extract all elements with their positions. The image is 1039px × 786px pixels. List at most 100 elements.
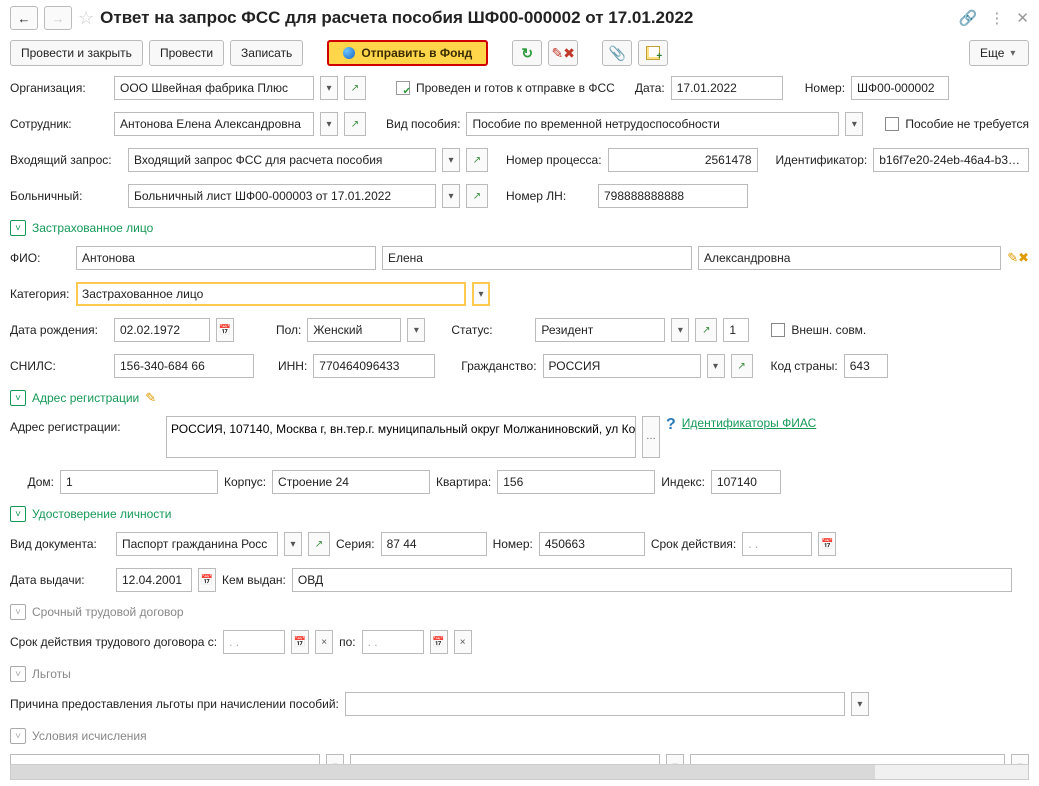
nav-back-button[interactable]: ← — [10, 6, 38, 30]
sex-dd[interactable]: ▾ — [407, 318, 425, 342]
identifier-input[interactable]: b16f7e20-24eb-46a4-b34c-cbc075a8 — [873, 148, 1029, 172]
citizenship-input[interactable]: РОССИЯ — [543, 354, 701, 378]
docnum-input[interactable]: 450663 — [539, 532, 645, 556]
benefit-kind-input[interactable]: Пособие по временной нетрудоспособности — [466, 112, 839, 136]
fias-link[interactable]: Идентификаторы ФИАС — [682, 416, 816, 430]
house-input[interactable]: 1 — [60, 470, 218, 494]
country-code-input[interactable]: 643 — [844, 354, 888, 378]
issued-by-input[interactable]: ОВД — [292, 568, 1012, 592]
refresh-button[interactable]: ↻ — [512, 40, 542, 66]
status-dd[interactable]: ▾ — [671, 318, 689, 342]
section-benefits[interactable]: ˅ Льготы — [10, 666, 1029, 682]
close-icon[interactable]: ✕ — [1016, 9, 1029, 27]
process-input[interactable]: 2561478 — [608, 148, 758, 172]
incoming-open[interactable]: ↗ — [466, 148, 488, 172]
doc-kind-input[interactable]: Паспорт гражданина Росс — [116, 532, 278, 556]
kebab-icon[interactable]: ⋮ — [989, 9, 1004, 27]
sex-input[interactable]: Женский — [307, 318, 401, 342]
section-calc[interactable]: ˅ Условия исчисления — [10, 728, 1029, 744]
section-contract[interactable]: ˅ Срочный трудовой договор — [10, 604, 1029, 620]
corpus-label: Корпус: — [224, 475, 266, 489]
benefit-kind-dd[interactable]: ▾ — [845, 112, 863, 136]
valid-cal[interactable]: 📅 — [818, 532, 836, 556]
flat-input[interactable]: 156 — [497, 470, 655, 494]
series-input[interactable]: 87 44 — [381, 532, 487, 556]
category-dd[interactable]: ▾ — [472, 282, 490, 306]
dob-cal[interactable]: 📅 — [216, 318, 234, 342]
sicklist-open[interactable]: ↗ — [466, 184, 488, 208]
valid-input[interactable]: . . — [742, 532, 812, 556]
attachments-button[interactable]: 📎 — [602, 40, 632, 66]
zip-label: Индекс: — [661, 475, 705, 489]
employee-input[interactable]: Антонова Елена Александровна — [114, 112, 314, 136]
status-code-input[interactable]: 1 — [723, 318, 749, 342]
issued-cal[interactable]: 📅 — [198, 568, 216, 592]
sicklist-dd[interactable]: ▾ — [442, 184, 460, 208]
sicklist-input[interactable]: Больничный лист ШФ00-000003 от 17.01.202… — [128, 184, 436, 208]
globe-icon — [343, 47, 355, 59]
external-combined-checkbox[interactable] — [771, 323, 785, 337]
corpus-input[interactable]: Строение 24 — [272, 470, 430, 494]
contract-to-cal[interactable]: 📅 — [430, 630, 448, 654]
category-input[interactable]: Застрахованное лицо — [76, 282, 466, 306]
organization-dd[interactable]: ▾ — [320, 76, 338, 100]
sex-label: Пол: — [276, 323, 301, 337]
doc-kind-dd[interactable]: ▾ — [284, 532, 302, 556]
firstname-input[interactable]: Елена — [382, 246, 692, 270]
link-icon[interactable]: 🔗 — [959, 9, 978, 27]
patronymic-input[interactable]: Александровна — [698, 246, 1001, 270]
contract-to-clear[interactable]: × — [454, 630, 472, 654]
ln-input[interactable]: 798888888888 — [598, 184, 748, 208]
incoming-dd[interactable]: ▾ — [442, 148, 460, 172]
employee-dd[interactable]: ▾ — [320, 112, 338, 136]
section-address[interactable]: ˅ Адрес регистрации ✎ — [10, 390, 1029, 406]
citizenship-dd[interactable]: ▾ — [707, 354, 725, 378]
number-input[interactable]: ШФ00-000002 — [851, 76, 949, 100]
more-button[interactable]: Еще ▾ — [969, 40, 1029, 66]
remove-person-button[interactable]: ✎✖ — [548, 40, 578, 66]
create-from-button[interactable] — [638, 40, 668, 66]
horizontal-scrollbar[interactable] — [10, 764, 1029, 780]
snils-input[interactable]: 156-340-684 66 — [114, 354, 254, 378]
inn-input[interactable]: 770464096433 — [313, 354, 435, 378]
status-input[interactable]: Резидент — [535, 318, 665, 342]
edit-address-icon[interactable]: ✎ — [145, 390, 156, 406]
contract-from-input[interactable]: . . — [223, 630, 285, 654]
post-and-close-button[interactable]: Провести и закрыть — [10, 40, 143, 66]
contract-from-clear[interactable]: × — [315, 630, 333, 654]
country-code-label: Код страны: — [771, 359, 838, 373]
section-insured-person[interactable]: ˅ Застрахованное лицо — [10, 220, 1029, 236]
section-identity-doc[interactable]: ˅ Удостоверение личности — [10, 506, 1029, 522]
help-icon[interactable]: ? — [666, 416, 676, 434]
citizenship-open[interactable]: ↗ — [731, 354, 753, 378]
post-button[interactable]: Провести — [149, 40, 224, 66]
lastname-input[interactable]: Антонова — [76, 246, 376, 270]
incoming-input[interactable]: Входящий запрос ФСС для расчета пособия — [128, 148, 436, 172]
organization-open[interactable]: ↗ — [344, 76, 366, 100]
employee-open[interactable]: ↗ — [344, 112, 366, 136]
benefit-kind-label: Вид пособия: — [386, 117, 460, 131]
benefit-not-required-checkbox[interactable] — [885, 117, 899, 131]
zip-input[interactable]: 107140 — [711, 470, 781, 494]
save-button[interactable]: Записать — [230, 40, 303, 66]
benefit-reason-input[interactable] — [345, 692, 845, 716]
status-open[interactable]: ↗ — [695, 318, 717, 342]
nav-forward-button[interactable]: → — [44, 6, 72, 30]
benefit-reason-dd[interactable]: ▾ — [851, 692, 869, 716]
organization-input[interactable]: ООО Швейная фабрика Плюс — [114, 76, 314, 100]
issued-by-label: Кем выдан: — [222, 573, 286, 587]
star-icon[interactable]: ☆ — [78, 8, 94, 29]
snils-label: СНИЛС: — [10, 359, 108, 373]
address-more[interactable]: … — [642, 416, 660, 458]
send-to-fund-button[interactable]: Отправить в Фонд — [327, 40, 488, 66]
edit-fio-icon[interactable]: ✎✖ — [1007, 250, 1029, 266]
contract-from-cal[interactable]: 📅 — [291, 630, 309, 654]
dob-input[interactable]: 02.02.1972 — [114, 318, 210, 342]
address-input[interactable] — [166, 416, 636, 458]
issued-input[interactable]: 12.04.2001 — [116, 568, 192, 592]
chevron-down-icon: ˅ — [10, 604, 26, 620]
date-input[interactable]: 17.01.2022 — [671, 76, 783, 100]
chevron-down-icon: ˅ — [10, 390, 26, 406]
contract-to-input[interactable]: . . — [362, 630, 424, 654]
doc-kind-open[interactable]: ↗ — [308, 532, 330, 556]
